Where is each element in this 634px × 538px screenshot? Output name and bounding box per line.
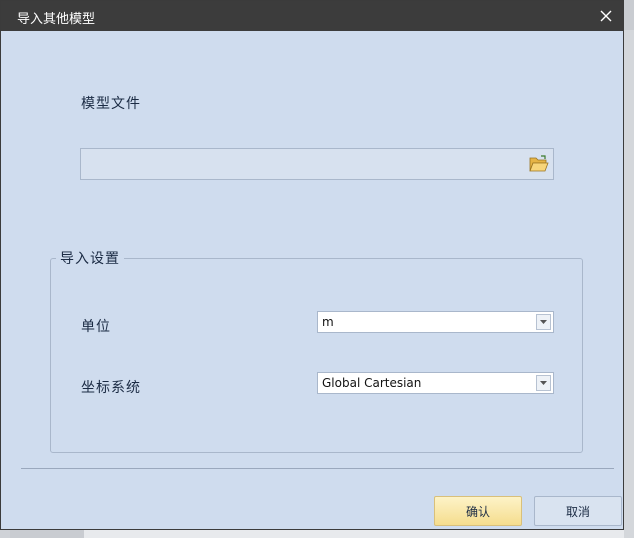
dialog-title: 导入其他模型 <box>17 12 96 27</box>
confirm-button[interactable]: 确认 <box>434 496 522 526</box>
background-app-right <box>624 30 634 538</box>
coordinate-system-label: 坐标系统 <box>81 380 141 396</box>
import-settings-title: 导入设置 <box>56 248 124 268</box>
coordinate-system-select[interactable]: Global Cartesian <box>317 372 554 394</box>
unit-dropdown-button[interactable] <box>536 314 551 330</box>
dialog-titlebar: 导入其他模型 <box>1 1 623 31</box>
unit-label: 单位 <box>81 319 111 335</box>
chevron-down-icon <box>540 320 547 324</box>
import-model-dialog: 导入其他模型 模型文件 导入设置 单位 m 坐标系统 Global Cartes… <box>0 0 624 530</box>
unit-value: m <box>322 315 334 329</box>
chevron-down-icon <box>540 381 547 385</box>
folder-open-icon <box>529 155 549 172</box>
model-file-label: 模型文件 <box>81 96 141 112</box>
close-icon <box>600 10 612 22</box>
model-file-input[interactable] <box>80 148 554 180</box>
footer-separator <box>21 468 614 469</box>
coordinate-system-dropdown-button[interactable] <box>536 375 551 391</box>
unit-select[interactable]: m <box>317 311 554 333</box>
browse-file-button[interactable] <box>527 151 551 177</box>
close-button[interactable] <box>591 1 621 31</box>
coordinate-system-value: Global Cartesian <box>322 376 422 390</box>
cancel-button[interactable]: 取消 <box>534 496 622 526</box>
import-settings-group <box>50 258 583 453</box>
